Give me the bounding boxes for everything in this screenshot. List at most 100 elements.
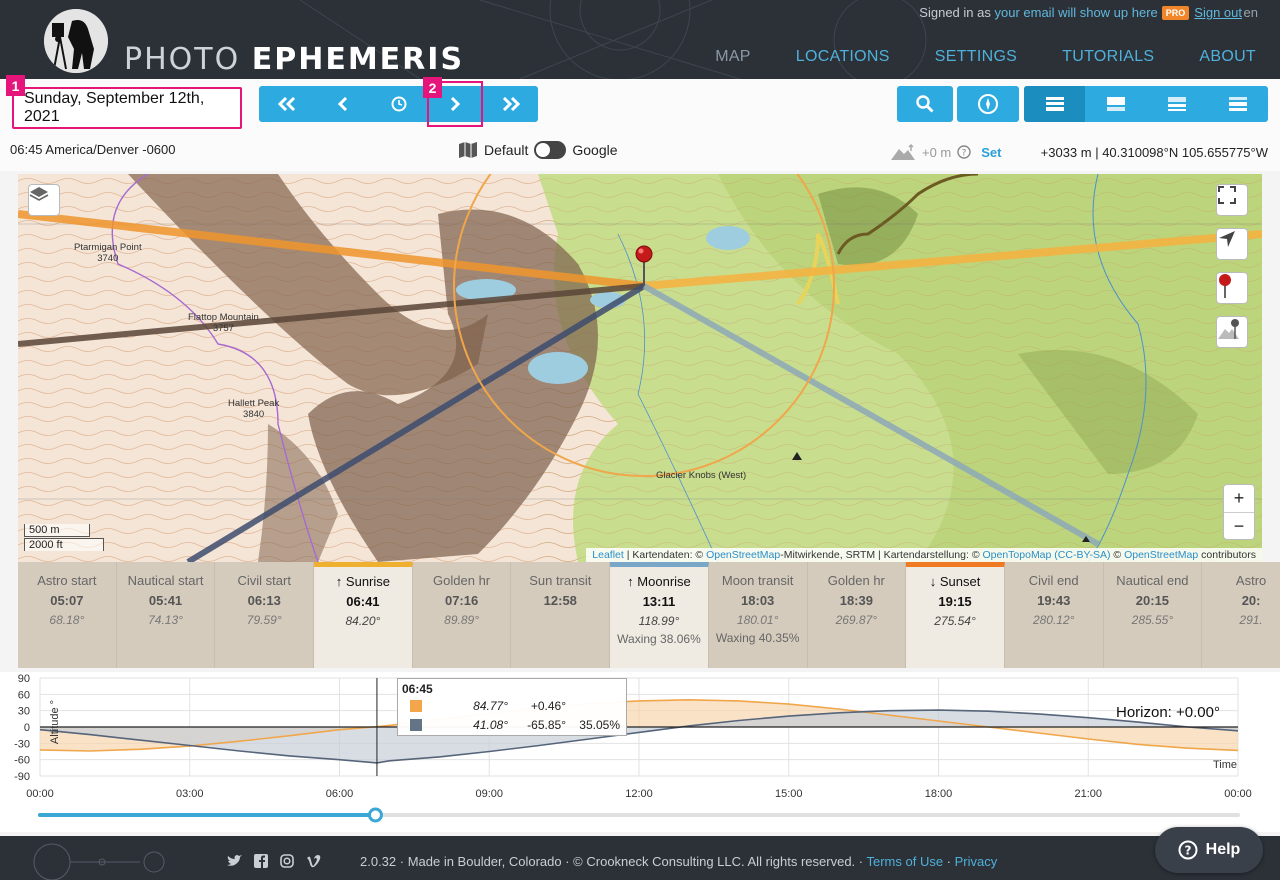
pin-icon xyxy=(1219,274,1231,298)
x-axis-label: Time xyxy=(1213,759,1237,771)
terms-link[interactable]: Terms of Use xyxy=(866,854,943,869)
timeline-event[interactable]: ↑ Sunrise 06:41 84.20° xyxy=(314,562,413,668)
secondary-pin-button[interactable] xyxy=(1216,316,1248,348)
y-tick-label: 60 xyxy=(18,689,30,701)
timeline-event[interactable]: Golden hr 18:39 269.87° xyxy=(808,562,907,668)
locate-me-button[interactable] xyxy=(1216,228,1248,260)
nav-settings[interactable]: SETTINGS xyxy=(935,48,1017,66)
privacy-link[interactable]: Privacy xyxy=(955,854,998,869)
event-name: Golden hr xyxy=(433,573,491,588)
event-azimuth: 180.01° xyxy=(736,613,779,627)
event-time: 05:41 xyxy=(148,593,183,608)
now-button[interactable] xyxy=(371,86,427,122)
layout-4-button[interactable] xyxy=(1207,86,1268,122)
leaflet-link[interactable]: Leaflet xyxy=(592,549,624,561)
compass-button[interactable] xyxy=(957,86,1019,122)
y-tick-label: -60 xyxy=(14,755,30,767)
event-time: 05:07 xyxy=(50,593,84,608)
timeline-event[interactable]: Astro start 05:07 68.18° xyxy=(18,562,117,668)
osm-link[interactable]: OpenStreetMap xyxy=(706,549,780,561)
timeline-event[interactable]: Nautical end 20:15 285.55° xyxy=(1104,562,1203,668)
event-time: 20:15 xyxy=(1135,593,1170,608)
mountain-elevation-icon xyxy=(891,143,915,160)
altitude-chart[interactable]: 90 60 30 0 -30 -60 -90 00:00 03:00 06:00 09:00 12:0… xyxy=(0,672,1280,832)
main-nav: MAP LOCATIONS SETTINGS TUTORIALS ABOUT xyxy=(670,48,1256,66)
previous-month-button[interactable] xyxy=(259,86,315,122)
y-tick-label: -90 xyxy=(14,771,30,783)
arrow-up-icon: ↑ xyxy=(335,574,343,589)
topo-map[interactable] xyxy=(18,174,1262,562)
vimeo-icon[interactable] xyxy=(306,854,322,868)
double-chevron-left-icon xyxy=(278,97,296,111)
timeline-event[interactable]: Sun transit 12:58 xyxy=(511,562,611,668)
event-azimuth: 89.89° xyxy=(444,613,479,627)
twitter-icon[interactable] xyxy=(226,854,242,868)
nav-map[interactable]: MAP xyxy=(715,48,751,66)
event-time: 07:16 xyxy=(444,593,479,608)
timezone-label: 06:45 America/Denver -0600 xyxy=(10,142,176,157)
toolbar: 1 Sunday, September 12th, 2021 2 06:45 A… xyxy=(0,75,1280,171)
moon-illumination: 35.05% xyxy=(579,717,620,732)
event-time: 13:11 xyxy=(642,594,676,609)
x-tick-label: 06:00 xyxy=(326,788,354,800)
opentopomap-link[interactable]: OpenTopoMap xyxy=(982,549,1051,561)
app-header: PHOTO EPHEMERIS Signed in as your email … xyxy=(0,0,1280,79)
zoom-control: + − xyxy=(1223,484,1255,540)
timeline-event[interactable]: Astro 20: 291. xyxy=(1202,562,1280,668)
help-button[interactable]: ? Help xyxy=(1155,827,1263,873)
timeline-event[interactable]: Golden hr 07:16 89.89° xyxy=(413,562,512,668)
license-link[interactable]: (CC-BY-SA) xyxy=(1054,549,1110,561)
osm-contributors-link[interactable]: OpenStreetMap xyxy=(1124,549,1198,561)
signin-info: Signed in as your email will show up her… xyxy=(919,5,1242,20)
event-name: Civil start xyxy=(237,573,291,588)
timeline-event[interactable]: Civil end 19:43 280.12° xyxy=(1005,562,1104,668)
event-time: 18:03 xyxy=(741,593,775,608)
previous-day-button[interactable] xyxy=(315,86,371,122)
nav-locations[interactable]: LOCATIONS xyxy=(796,48,890,66)
x-tick-label: 00:00 xyxy=(1224,788,1252,800)
nav-about[interactable]: ABOUT xyxy=(1199,48,1256,66)
next-month-button[interactable] xyxy=(483,86,538,122)
timeline-event[interactable]: Moon transit 18:03 180.01° Waxing 40.35% xyxy=(709,562,808,668)
zoom-out-button[interactable]: − xyxy=(1224,512,1254,539)
map-view[interactable]: Ptarmigan Point 3740 Flattop Mountain 3757… xyxy=(18,174,1262,562)
zoom-in-button[interactable]: + xyxy=(1224,485,1254,512)
layers-button[interactable] xyxy=(28,184,60,216)
time-slider-handle[interactable] xyxy=(367,807,383,823)
sign-out-link[interactable]: Sign out xyxy=(1194,5,1242,20)
date-picker-input[interactable]: Sunday, September 12th, 2021 xyxy=(12,87,242,129)
timeline-event[interactable]: Civil start 06:13 79.59° xyxy=(215,562,315,668)
timeline-event[interactable]: ↓ Sunset 19:15 275.54° xyxy=(906,562,1005,668)
map-type-switch[interactable] xyxy=(534,141,567,159)
tooltip-time: 06:45 xyxy=(402,682,433,696)
x-tick-label: 15:00 xyxy=(775,788,803,800)
help-label: Help xyxy=(1205,841,1241,858)
layers-icon xyxy=(29,187,49,201)
language-selector[interactable]: en xyxy=(1244,5,1258,20)
annotation-marker-2: 2 xyxy=(423,77,442,98)
timeline-event[interactable]: Nautical start 05:41 74.13° xyxy=(117,562,216,668)
arrow-up-icon: ↑ xyxy=(627,574,634,589)
logo-icon[interactable] xyxy=(44,9,108,73)
help-circle-icon[interactable]: ? xyxy=(957,145,971,159)
layout-3-button[interactable] xyxy=(1146,86,1207,122)
nav-tutorials[interactable]: TUTORIALS xyxy=(1062,48,1154,66)
map-toggle-google-label: Google xyxy=(572,142,618,158)
instagram-icon[interactable] xyxy=(280,854,294,868)
annotation-marker-1: 1 xyxy=(6,75,25,96)
map-label-glacier-knobs: Glacier Knobs (West) xyxy=(656,470,747,481)
event-name: Civil end xyxy=(1028,573,1079,588)
search-button[interactable] xyxy=(897,86,953,122)
layout-1-button[interactable] xyxy=(1024,86,1085,122)
set-elevation-link[interactable]: Set xyxy=(981,145,1001,160)
facebook-icon[interactable] xyxy=(254,854,268,868)
layout-2-button[interactable] xyxy=(1085,86,1146,122)
timeline-event[interactable]: ↑ Moonrise 13:11 118.99° Waxing 38.06% xyxy=(610,562,709,668)
drop-pin-button[interactable] xyxy=(1216,272,1248,304)
logo-text[interactable]: PHOTO EPHEMERIS xyxy=(124,42,464,77)
signin-email-link[interactable]: your email will show up here xyxy=(994,5,1157,20)
event-azimuth: 291. xyxy=(1239,613,1263,627)
fullscreen-button[interactable] xyxy=(1216,184,1248,216)
layout-map-top-icon xyxy=(1106,97,1125,111)
sun-swatch xyxy=(410,699,422,712)
